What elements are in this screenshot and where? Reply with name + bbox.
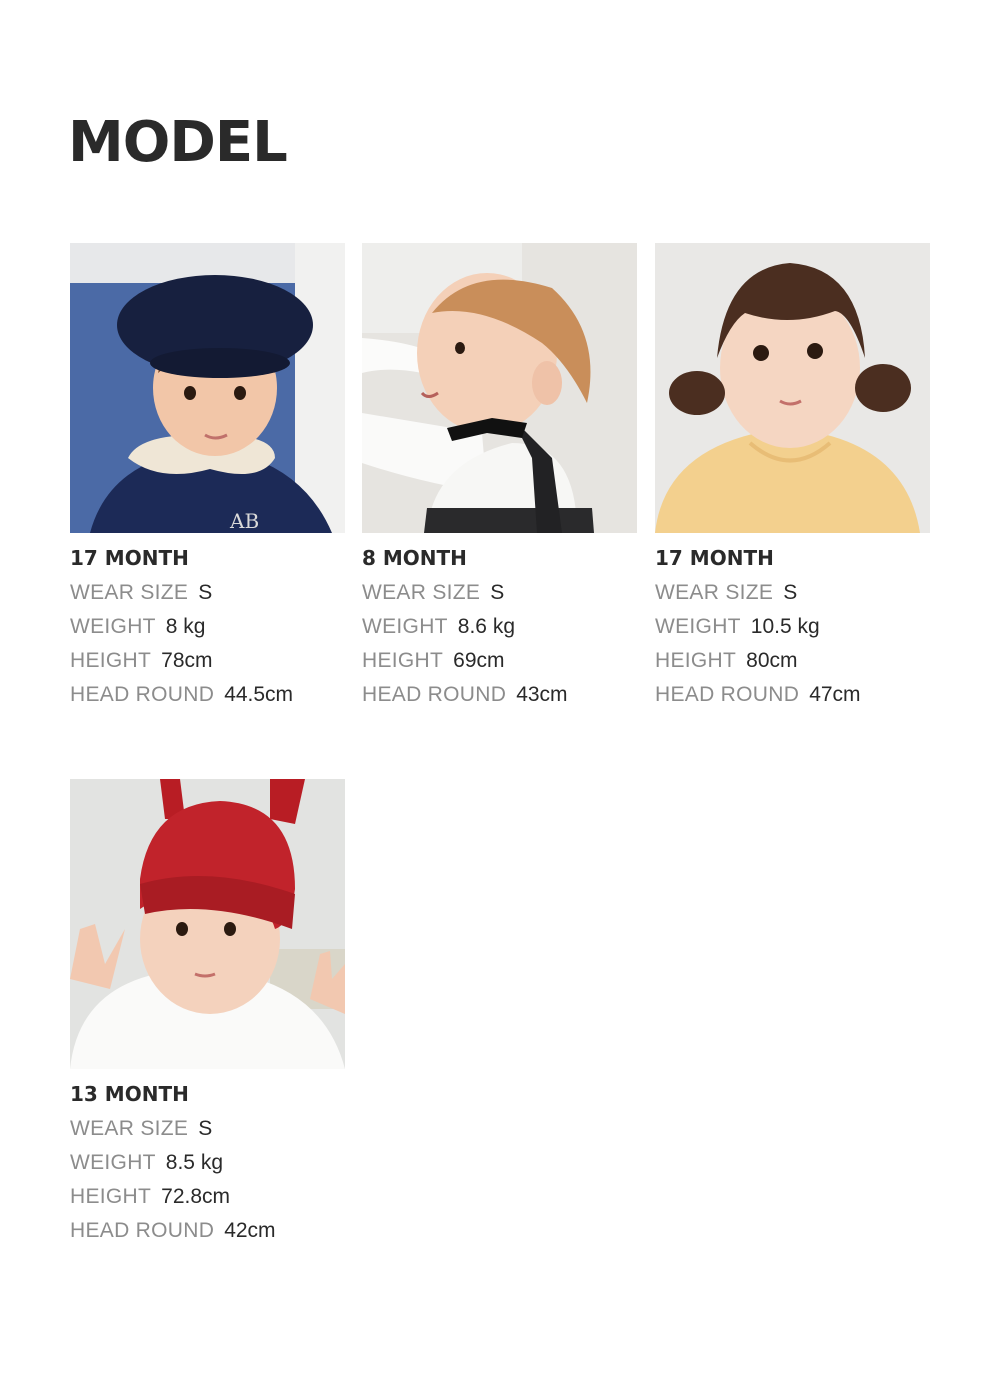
model-photo — [70, 779, 345, 1069]
head-round-label: HEAD ROUND — [655, 683, 800, 706]
wear-size-row: WEAR SIZE S — [362, 581, 637, 605]
weight-value: 8.5 kg — [165, 1151, 224, 1174]
model-age: 17 MONTH — [70, 546, 189, 570]
weight-label: WEIGHT — [70, 615, 156, 638]
weight-row: WEIGHT 8.6 kg — [362, 615, 637, 639]
model-card: AB 17 MONTH WEAR SIZE S WEIGHT 8 kg HEIGHT… — [70, 243, 345, 717]
model-age: 17 MONTH — [655, 546, 774, 570]
head-round-label: HEAD ROUND — [362, 683, 507, 706]
height-label: HEIGHT — [655, 649, 737, 672]
height-row: HEIGHT 72.8cm — [70, 1185, 345, 1209]
head-round-value: 43cm — [516, 683, 568, 706]
weight-value: 8 kg — [165, 615, 206, 638]
wear-size-value: S — [198, 1117, 213, 1140]
height-value: 69cm — [453, 649, 505, 672]
height-value: 80cm — [746, 649, 798, 672]
page-title: MODEL — [68, 110, 288, 175]
wear-size-value: S — [198, 581, 213, 604]
weight-label: WEIGHT — [70, 1151, 156, 1174]
svg-text:AB: AB — [229, 509, 259, 533]
wear-size-row: WEAR SIZE S — [70, 581, 345, 605]
wear-size-value: S — [783, 581, 798, 604]
model-card: 17 MONTH WEAR SIZE S WEIGHT 10.5 kg HEIGHT… — [655, 243, 930, 717]
model-card: 13 MONTH WEAR SIZE S WEIGHT 8.5 kg HEIGHT 7… — [70, 779, 345, 1253]
weight-row: WEIGHT 10.5 kg — [655, 615, 930, 639]
model-photo — [655, 243, 930, 533]
height-value: 72.8cm — [161, 1185, 231, 1208]
head-round-label: HEAD ROUND — [70, 1219, 215, 1242]
height-value: 78cm — [161, 649, 213, 672]
wear-size-row: WEAR SIZE S — [70, 1117, 345, 1141]
model-card: 8 MONTH WEAR SIZE S WEIGHT 8.6 kg HEIGHT 69… — [362, 243, 637, 717]
weight-label: WEIGHT — [655, 615, 741, 638]
wear-size-label: WEAR SIZE — [362, 581, 481, 604]
wear-size-row: WEAR SIZE S — [655, 581, 930, 605]
head-round-row: HEAD ROUND 47cm — [655, 683, 930, 707]
wear-size-label: WEAR SIZE — [655, 581, 774, 604]
head-round-value: 44.5cm — [224, 683, 294, 706]
height-label: HEIGHT — [362, 649, 444, 672]
head-round-value: 47cm — [809, 683, 861, 706]
weight-label: WEIGHT — [362, 615, 448, 638]
model-photo — [362, 243, 637, 533]
head-round-label: HEAD ROUND — [70, 683, 215, 706]
height-label: HEIGHT — [70, 1185, 152, 1208]
model-photo: AB — [70, 243, 345, 533]
height-label: HEIGHT — [70, 649, 152, 672]
weight-row: WEIGHT 8 kg — [70, 615, 345, 639]
height-row: HEIGHT 69cm — [362, 649, 637, 673]
model-age: 13 MONTH — [70, 1082, 189, 1106]
wear-size-label: WEAR SIZE — [70, 581, 189, 604]
weight-row: WEIGHT 8.5 kg — [70, 1151, 345, 1175]
head-round-row: HEAD ROUND 42cm — [70, 1219, 345, 1243]
head-round-row: HEAD ROUND 44.5cm — [70, 683, 345, 707]
wear-size-value: S — [490, 581, 505, 604]
head-round-row: HEAD ROUND 43cm — [362, 683, 637, 707]
weight-value: 10.5 kg — [750, 615, 820, 638]
height-row: HEIGHT 80cm — [655, 649, 930, 673]
weight-value: 8.6 kg — [457, 615, 516, 638]
height-row: HEIGHT 78cm — [70, 649, 345, 673]
head-round-value: 42cm — [224, 1219, 276, 1242]
wear-size-label: WEAR SIZE — [70, 1117, 189, 1140]
model-age: 8 MONTH — [362, 546, 467, 570]
